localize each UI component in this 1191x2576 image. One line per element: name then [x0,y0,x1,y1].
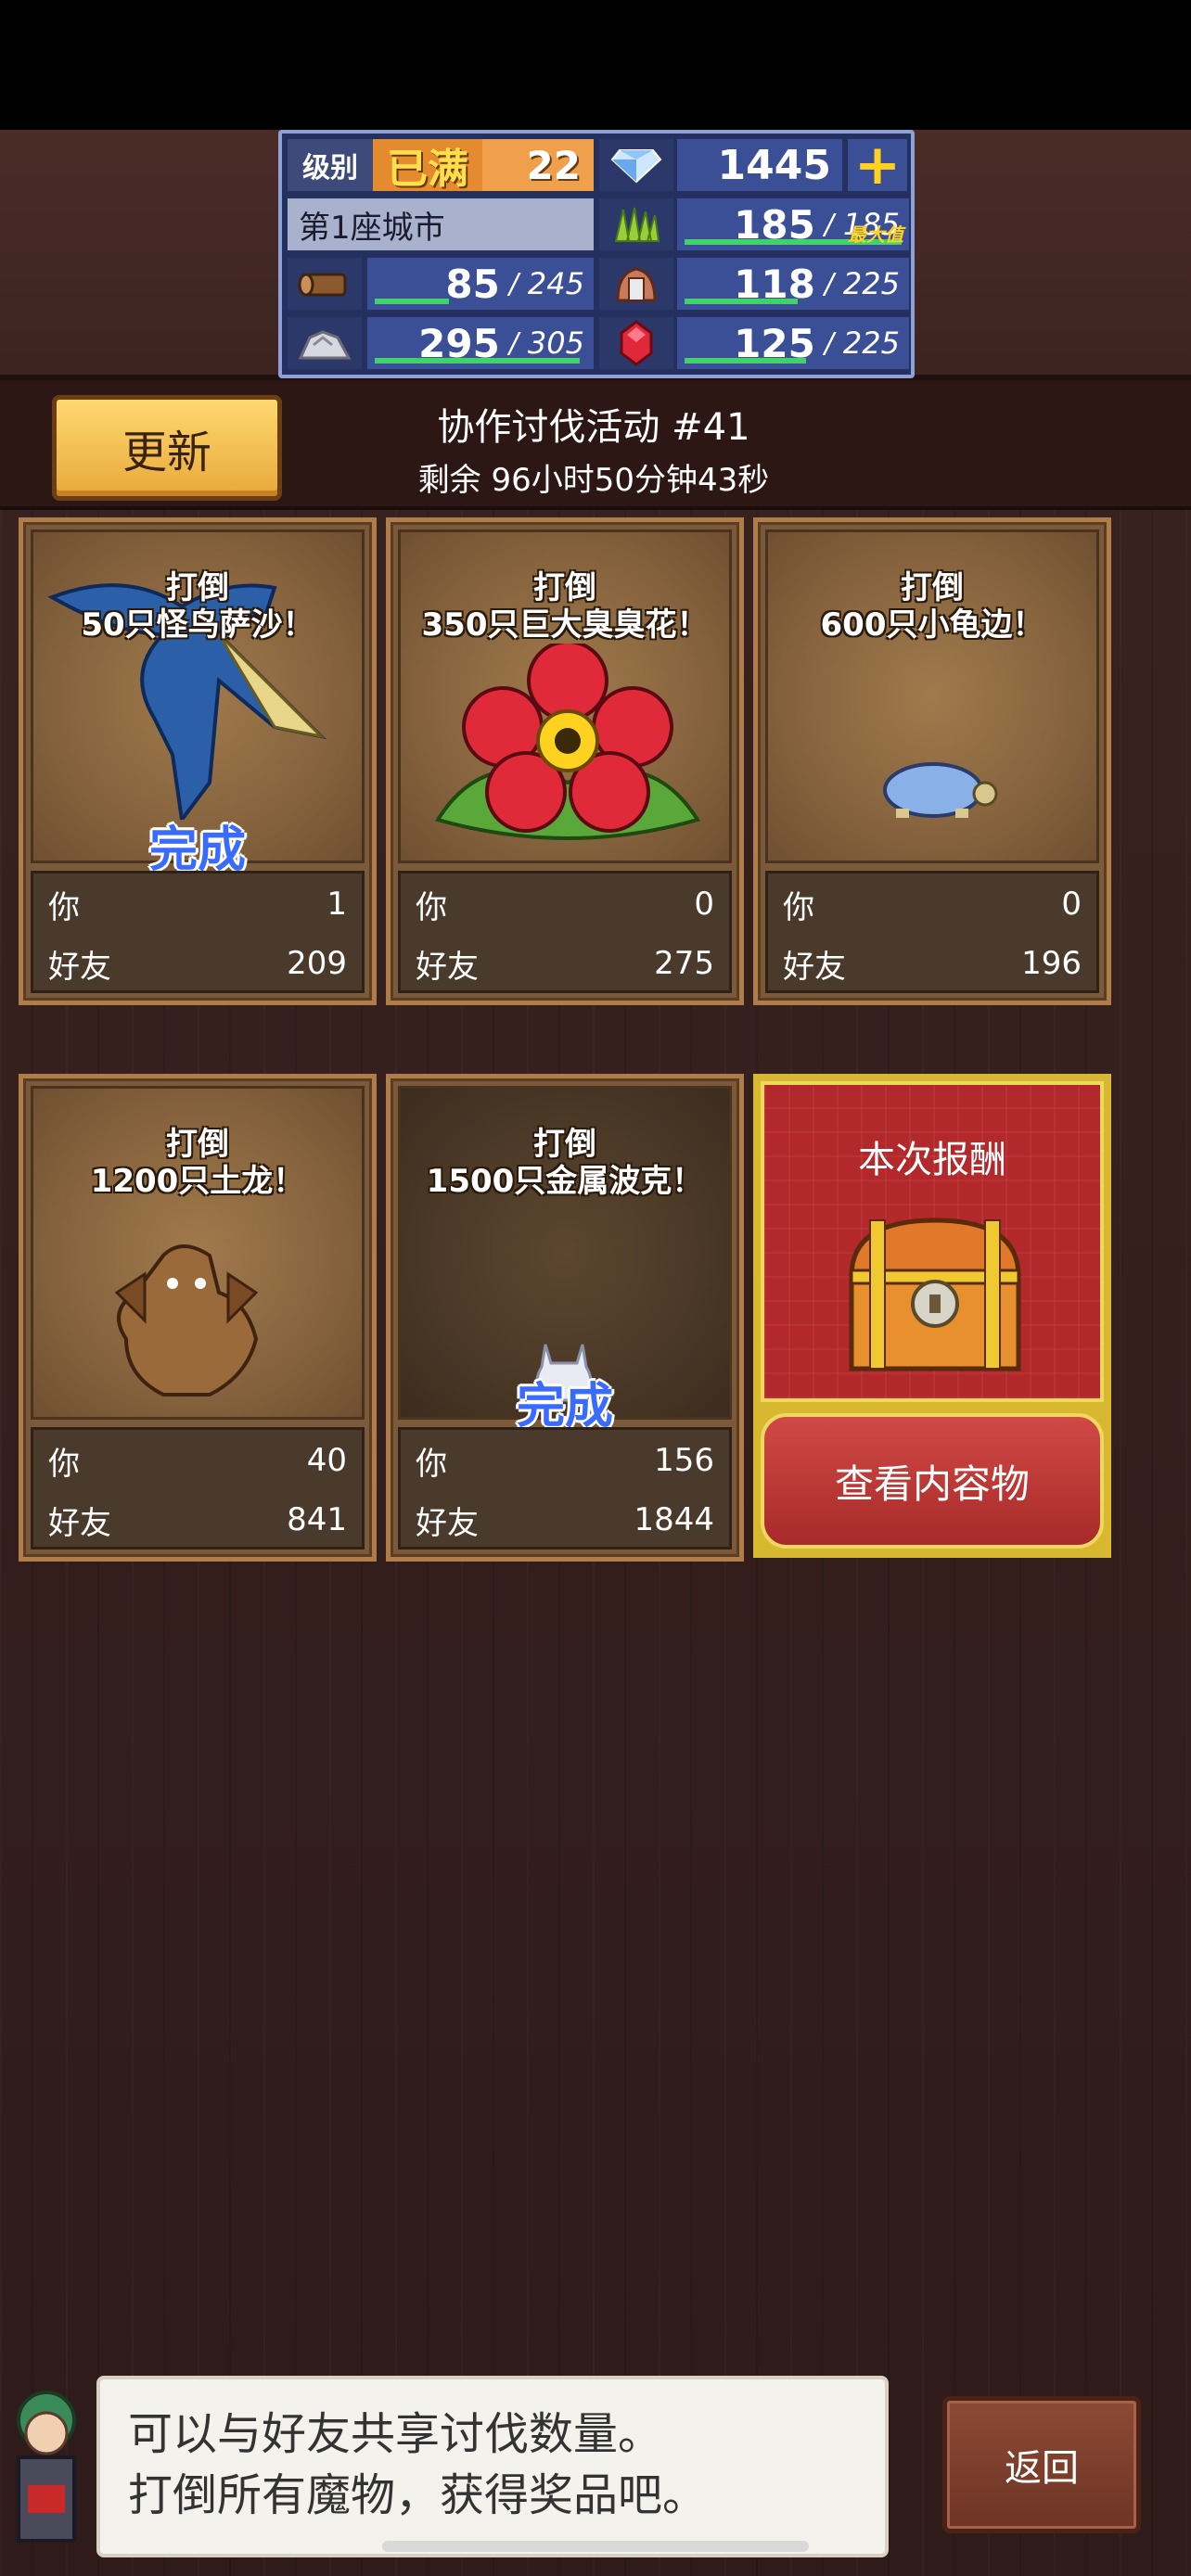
card-art: 打倒 600只小龟边！ [765,529,1099,863]
wood-resource: 85/245 [367,258,594,310]
dialog-line-1: 可以与好友共享讨伐数量。 [128,2408,663,2460]
card-stats: 你 40 好友 841 [31,1427,365,1549]
quest-card-flower[interactable]: 打倒 350只巨大臭臭花！ 你0 好友 275 [386,517,744,1005]
friend-count-row: 好友 196 [783,945,1082,986]
friend-count-row: 好友 841 [48,1501,347,1542]
you-count-row: 你 156 [416,1442,714,1483]
back-button[interactable]: 返回 [942,2396,1141,2533]
ore-progress-bar [375,358,580,363]
level-label: 级别 [288,139,373,191]
quest-title: 打倒 600只小龟边！ [820,569,1044,644]
card-art: 打倒 350只巨大臭臭花！ [398,529,732,863]
quest-title: 打倒 1200只土龙！ [90,1126,305,1200]
diamond-icon [599,139,673,191]
level-status: 已满 [373,139,482,193]
system-status-bar [0,0,1191,130]
ruby-progress-bar [685,358,806,363]
ore-icon [288,317,362,369]
ore-resource: 295/305 [367,317,594,369]
card-art: 打倒 1200只土龙！ [31,1086,365,1420]
level-value: 22 [482,139,594,191]
card-art: 打倒 50只怪鸟萨沙！ 完成 [31,529,365,878]
flower-icon [434,644,701,840]
status-panel: 级别 已满 22 1445 + 第1座城市 185/185 最大值 85/245… [278,130,915,378]
you-count-row: 你1 [48,886,347,926]
friend-count-row: 好友 1844 [416,1501,714,1542]
event-remaining-time: 剩余 96小时50分钟43秒 [417,462,770,499]
view-contents-button[interactable]: 查看内容物 [761,1413,1104,1549]
quest-card-metal-bunny[interactable]: 打倒 1500只金属波克！ 完成 你 156 好友 1844 [386,1074,744,1562]
card-art: 打倒 1500只金属波克！ 完成 [398,1086,732,1435]
complete-label: 完成 [516,1379,613,1435]
quest-title: 打倒 1500只金属波克！ [426,1126,704,1200]
event-title: 协作讨伐活动 #41 [437,406,750,449]
quest-title: 打倒 50只怪鸟萨沙！ [81,569,314,644]
npc-avatar [17,2391,76,2543]
city-name: 第1座城市 [288,198,594,250]
dialog-box: 可以与好友共享讨伐数量。 打倒所有魔物，获得奖品吧。 [96,2376,889,2557]
you-count-row: 你 40 [48,1442,347,1483]
ruby-resource: 125/225 [677,317,909,369]
quest-title: 打倒 350只巨大臭臭花！ [421,569,709,644]
grass-resource: 185/185 最大值 [677,198,909,250]
treasure-chest-icon [849,1218,1021,1371]
friend-count-row: 好友 275 [416,945,714,986]
refresh-button[interactable]: 更新 [52,395,282,501]
gem-count: 1445 [677,139,842,191]
turtle-icon [883,762,998,818]
quest-card-earth-dragon[interactable]: 打倒 1200只土龙！ 你 40 好友 841 [19,1074,377,1562]
card-stats: 你0 好友 196 [765,871,1099,993]
you-count-row: 你0 [783,886,1082,926]
food-icon [599,258,673,310]
card-stats: 你1 好友 209 [31,871,365,993]
reward-title: 本次报酬 [858,1139,1006,1181]
grass-icon [599,198,673,250]
add-gems-button[interactable]: + [848,133,907,198]
reward-card: 本次报酬 查看内容物 [753,1074,1111,1558]
reward-panel: 本次报酬 [761,1081,1104,1402]
wood-progress-bar [375,299,449,304]
food-resource: 118/225 [677,258,909,310]
card-stats: 你0 好友 275 [398,871,732,993]
plus-icon: + [853,133,902,198]
max-tag: 最大值 [848,223,903,246]
quest-card-turtle[interactable]: 打倒 600只小龟边！ 你0 好友 196 [753,517,1111,1005]
friend-count-row: 好友 209 [48,945,347,986]
wood-icon [288,258,362,310]
dialog-line-2: 打倒所有魔物，获得奖品吧。 [128,2469,708,2521]
home-indicator[interactable] [382,2541,809,2552]
quest-card-bird[interactable]: 打倒 50只怪鸟萨沙！ 完成 你1 好友 209 [19,517,377,1005]
earth-dragon-icon [114,1244,259,1396]
card-stats: 你 156 好友 1844 [398,1427,732,1549]
complete-label: 完成 [148,823,246,878]
food-progress-bar [685,299,798,304]
ruby-icon [599,317,673,369]
you-count-row: 你0 [416,886,714,926]
